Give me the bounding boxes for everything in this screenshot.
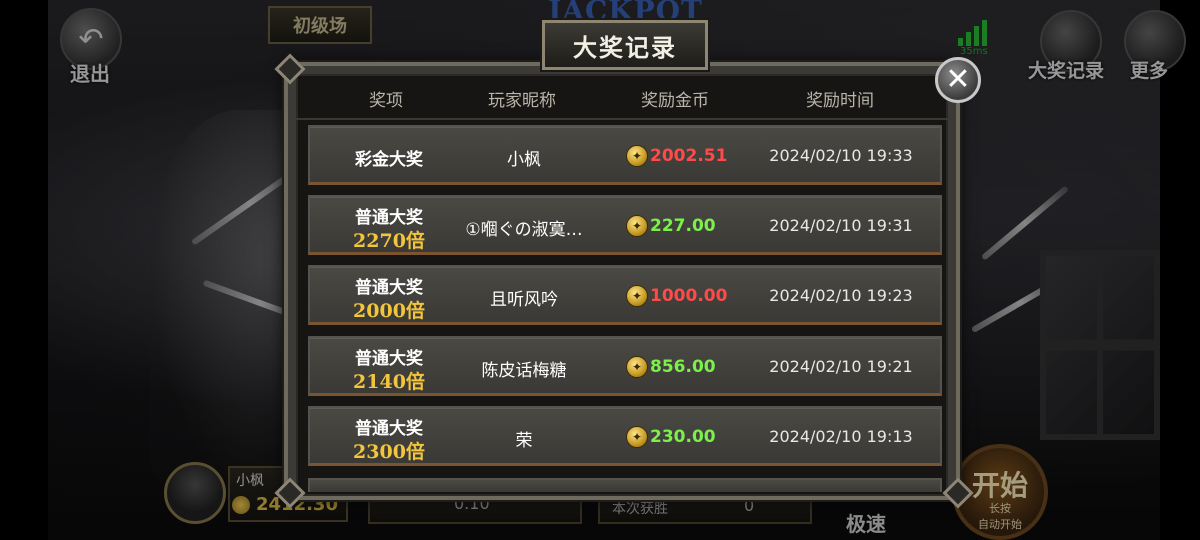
player-nickname: 陈皮话梅糖: [481, 361, 567, 381]
reward-amount: 2002.51: [650, 146, 728, 166]
prize-type: 彩金大奖: [355, 150, 423, 170]
player-nickname: ①嗰ぐの淑寞…: [465, 220, 583, 240]
reward-amount: 1000.00: [650, 286, 728, 306]
coin-icon: ✦: [626, 145, 648, 167]
reward-time: 2024/02/10 19:33: [769, 146, 913, 165]
reward-time: 2024/02/10 19:31: [769, 216, 913, 235]
prize-type: 普通大奖: [355, 278, 423, 298]
player-nickname: 小枫: [507, 150, 541, 170]
column-header-reward: 奖励金币: [641, 91, 709, 111]
table-row: 彩金大奖 小枫 ✦ 2002.51 2024/02/10 19:33: [308, 125, 942, 185]
table-row: 普通大奖 2000倍 且听风吟 ✦ 1000.00 2024/02/10 19:…: [308, 265, 942, 325]
modal-title: 大奖记录: [542, 20, 708, 70]
coin-icon: ✦: [626, 215, 648, 237]
table-row: 普通大奖 2270倍 ①嗰ぐの淑寞… ✦ 227.00 2024/02/10 1…: [308, 195, 942, 255]
player-nickname: 荣: [515, 431, 533, 451]
table-row: 普通大奖 2300倍 荣 ✦ 230.00 2024/02/10 19:13: [308, 406, 942, 466]
prize-multiplier: 2270倍: [353, 230, 425, 252]
column-header-time: 奖励时间: [806, 91, 874, 111]
coin-icon: ✦: [626, 285, 648, 307]
coin-icon: ✦: [626, 426, 648, 448]
reward-amount: 856.00: [650, 357, 716, 377]
reward-amount: 230.00: [650, 427, 716, 447]
table-row: 普通大奖 2140倍 陈皮话梅糖 ✦ 856.00 2024/02/10 19:…: [308, 336, 942, 396]
table-row-partial: [308, 478, 942, 492]
reward-time: 2024/02/10 19:21: [769, 357, 913, 376]
prize-type: 普通大奖: [355, 419, 423, 439]
column-header-prize-type: 奖项: [369, 91, 403, 111]
prize-multiplier: 2300倍: [353, 441, 425, 463]
reward-time: 2024/02/10 19:23: [769, 286, 913, 305]
player-nickname: 且听风吟: [490, 290, 558, 310]
prize-multiplier: 2000倍: [353, 300, 425, 322]
prize-type: 普通大奖: [355, 208, 423, 228]
reward-time: 2024/02/10 19:13: [769, 427, 913, 446]
close-button[interactable]: ✕: [935, 57, 981, 103]
prize-multiplier: 2140倍: [353, 371, 425, 393]
column-header-player: 玩家昵称: [488, 91, 556, 111]
header-divider: [296, 118, 952, 120]
close-icon: ✕: [945, 62, 971, 97]
prize-type: 普通大奖: [355, 349, 423, 369]
coin-icon: ✦: [626, 356, 648, 378]
reward-amount: 227.00: [650, 216, 716, 236]
